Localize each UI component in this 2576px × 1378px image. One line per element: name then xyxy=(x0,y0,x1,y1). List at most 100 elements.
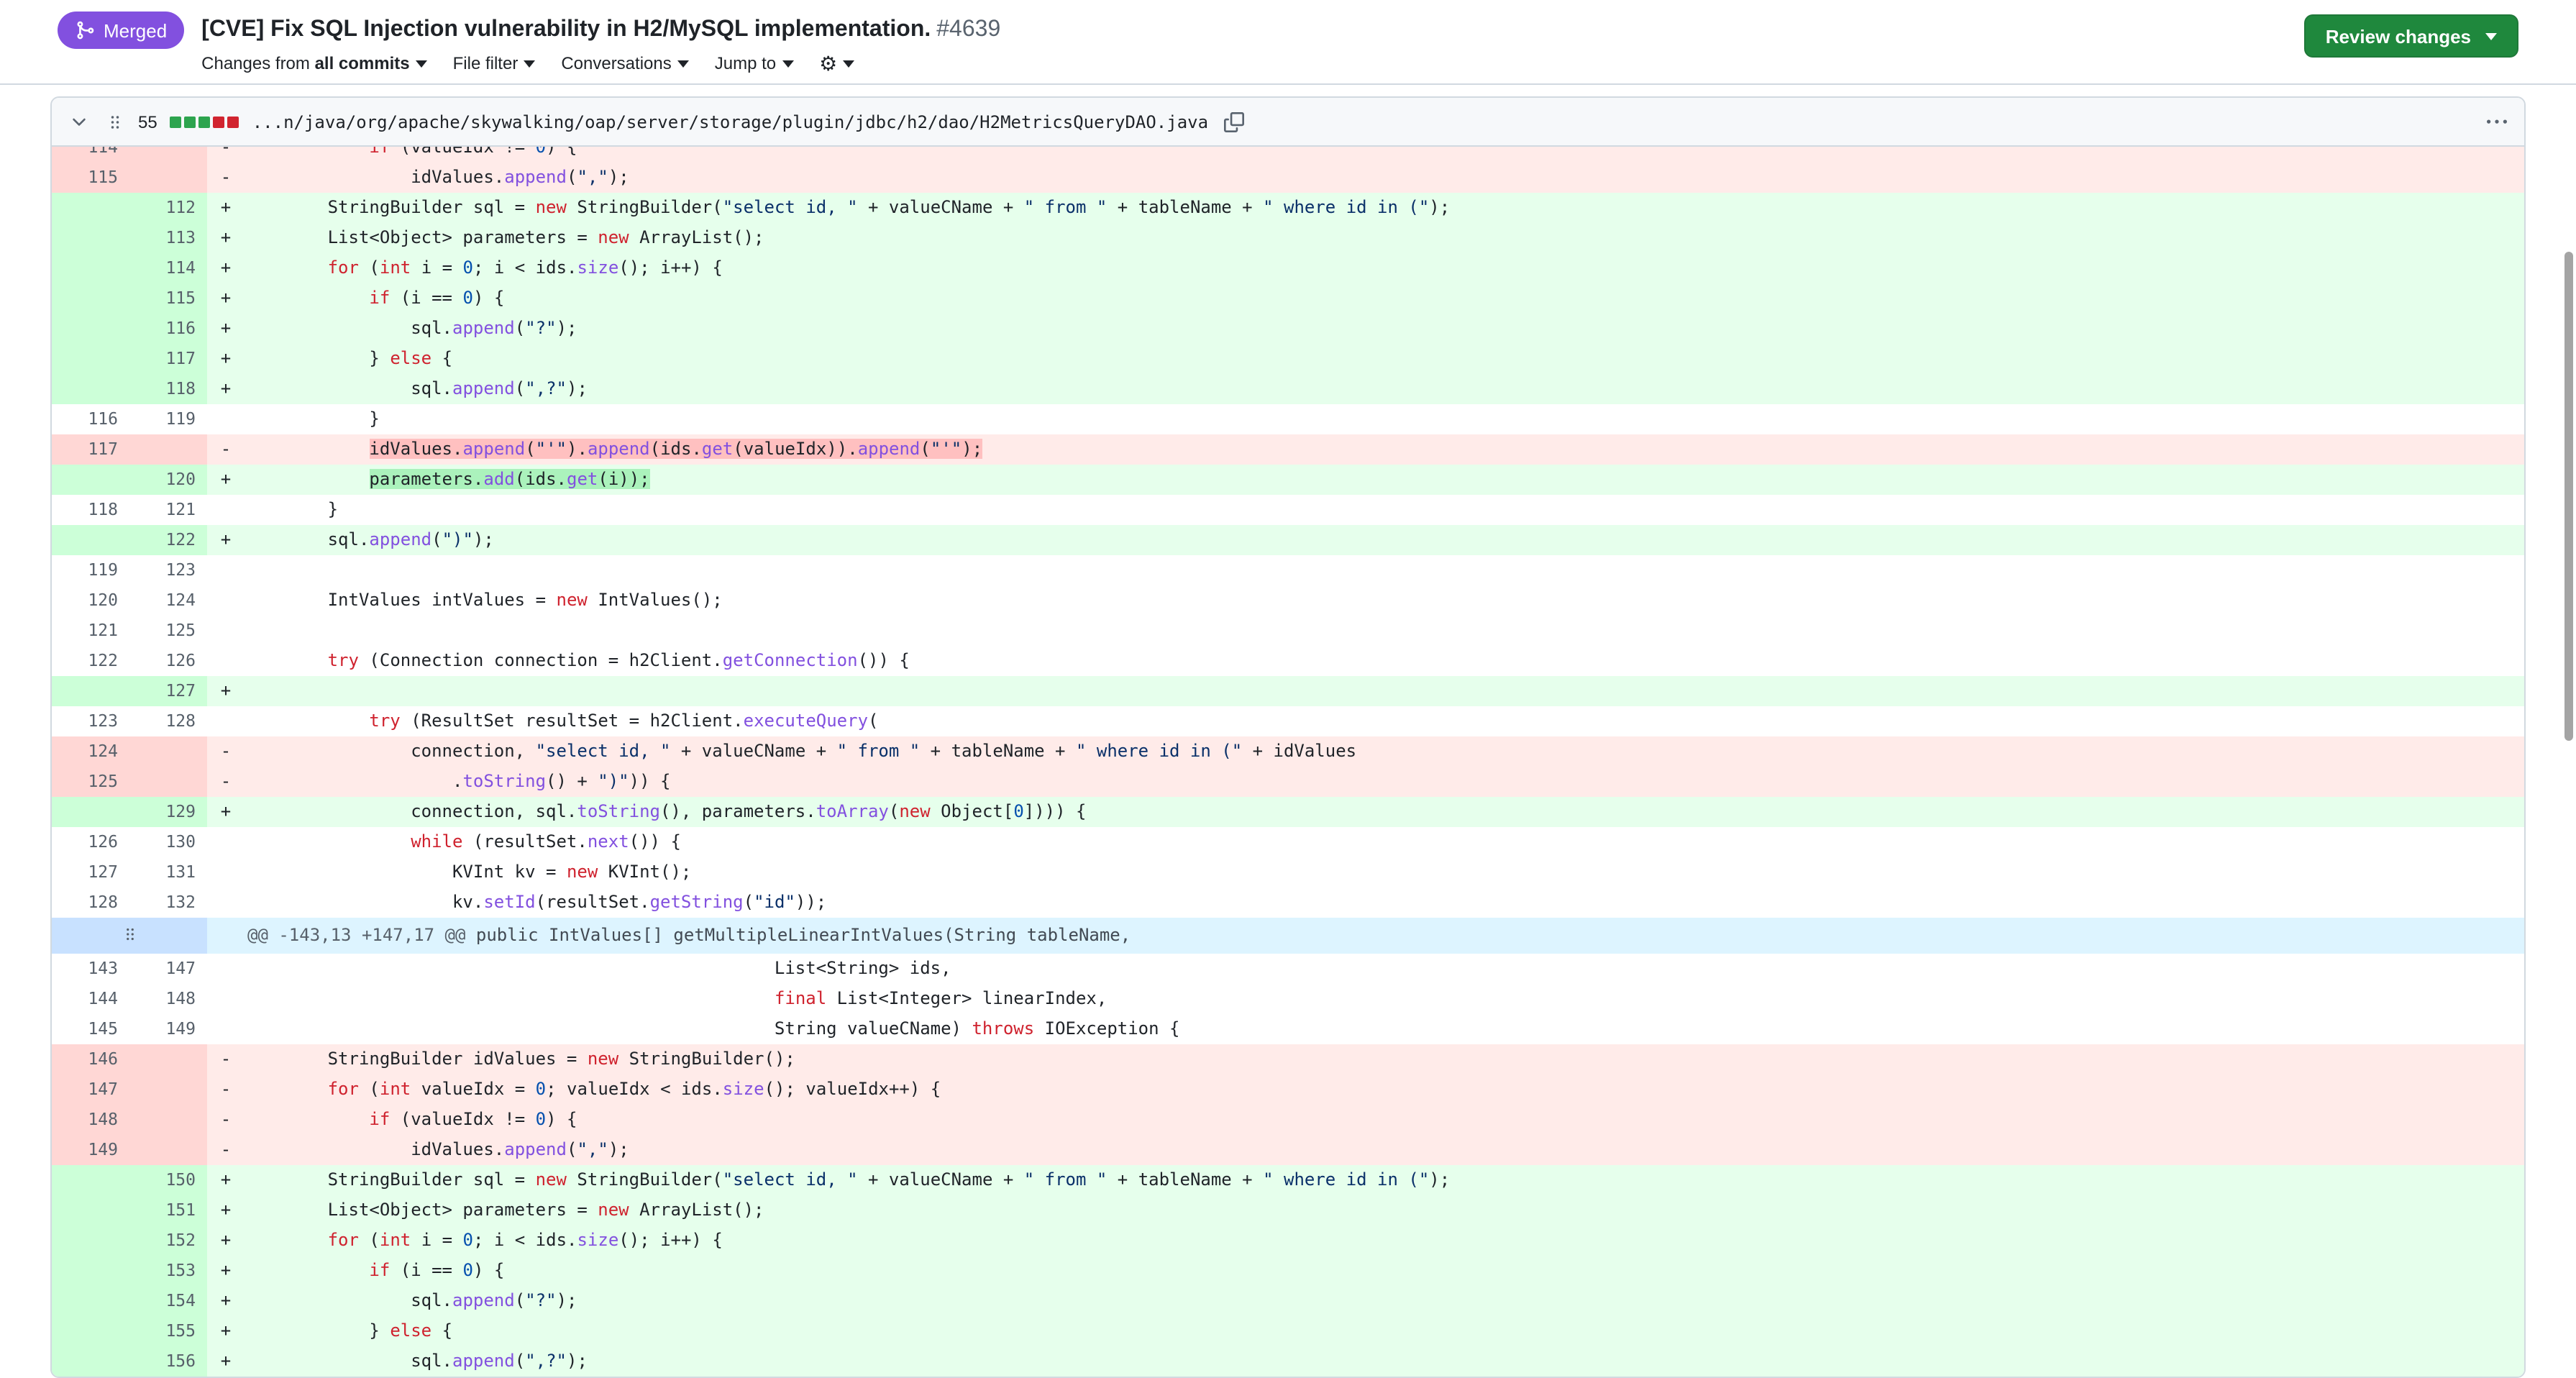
line-number-old[interactable]: 117 xyxy=(52,434,129,465)
line-number-old[interactable] xyxy=(52,1226,129,1256)
line-number-new[interactable]: 118 xyxy=(129,374,207,404)
line-number-new[interactable]: 122 xyxy=(129,525,207,555)
file-filter-dropdown[interactable]: File filter xyxy=(453,53,536,73)
line-number-new[interactable]: 155 xyxy=(129,1316,207,1346)
line-number-new[interactable]: 131 xyxy=(129,857,207,888)
line-number-old[interactable] xyxy=(52,465,129,495)
line-number-old[interactable]: 124 xyxy=(52,736,129,767)
line-number-new[interactable]: 117 xyxy=(129,344,207,374)
line-number-new[interactable] xyxy=(129,1074,207,1105)
line-number-old[interactable] xyxy=(52,525,129,555)
hunk-expand-handle[interactable] xyxy=(52,918,207,954)
line-number-old[interactable] xyxy=(52,344,129,374)
line-number-old[interactable]: 146 xyxy=(52,1044,129,1074)
line-number-new[interactable] xyxy=(129,147,207,163)
line-number-old[interactable] xyxy=(52,374,129,404)
line-number-new[interactable]: 147 xyxy=(129,954,207,984)
diff-row: 144148 final List<Integer> linearIndex, xyxy=(52,984,2524,1014)
copy-path-button[interactable] xyxy=(1221,109,1247,134)
line-number-old[interactable] xyxy=(52,193,129,223)
conversations-label: Conversations xyxy=(561,53,671,73)
diff-row: 146- StringBuilder idValues = new String… xyxy=(52,1044,2524,1074)
line-number-new[interactable]: 115 xyxy=(129,283,207,314)
diff-row: @@ -143,13 +147,17 @@ public IntValues[]… xyxy=(52,918,2524,954)
code-line: connection, "select id, " + valueCName +… xyxy=(245,736,2524,767)
line-number-new[interactable]: 124 xyxy=(129,585,207,616)
line-number-old[interactable]: 145 xyxy=(52,1014,129,1044)
line-number-old[interactable]: 128 xyxy=(52,888,129,918)
conversations-dropdown[interactable]: Conversations xyxy=(561,53,688,73)
line-number-new[interactable]: 114 xyxy=(129,253,207,283)
line-number-new[interactable]: 125 xyxy=(129,616,207,646)
line-number-new[interactable]: 150 xyxy=(129,1165,207,1195)
line-number-old[interactable]: 149 xyxy=(52,1135,129,1165)
line-number-new[interactable]: 129 xyxy=(129,797,207,827)
line-number-old[interactable]: 123 xyxy=(52,706,129,736)
vertical-scrollbar-thumb[interactable] xyxy=(2564,252,2573,741)
line-number-new[interactable]: 116 xyxy=(129,314,207,344)
line-number-new[interactable]: 152 xyxy=(129,1226,207,1256)
line-number-old[interactable]: 119 xyxy=(52,555,129,585)
line-number-new[interactable] xyxy=(129,163,207,193)
line-number-old[interactable]: 148 xyxy=(52,1105,129,1135)
diff-row: 149- idValues.append(","); xyxy=(52,1135,2524,1165)
line-number-old[interactable]: 126 xyxy=(52,827,129,857)
line-number-old[interactable]: 144 xyxy=(52,984,129,1014)
collapse-file-button[interactable] xyxy=(66,109,92,134)
line-number-new[interactable]: 128 xyxy=(129,706,207,736)
line-number-new[interactable]: 120 xyxy=(129,465,207,495)
line-number-old[interactable] xyxy=(52,314,129,344)
line-number-new[interactable] xyxy=(129,736,207,767)
line-number-old[interactable] xyxy=(52,1316,129,1346)
line-number-new[interactable]: 151 xyxy=(129,1195,207,1226)
line-number-old[interactable] xyxy=(52,676,129,706)
line-number-new[interactable] xyxy=(129,1044,207,1074)
line-number-old[interactable]: 116 xyxy=(52,404,129,434)
diff-row: 156+ sql.append(",?"); xyxy=(52,1346,2524,1377)
line-number-new[interactable]: 127 xyxy=(129,676,207,706)
line-number-old[interactable]: 120 xyxy=(52,585,129,616)
line-number-new[interactable] xyxy=(129,1105,207,1135)
line-number-old[interactable]: 125 xyxy=(52,767,129,797)
line-number-new[interactable]: 126 xyxy=(129,646,207,676)
line-number-old[interactable]: 121 xyxy=(52,616,129,646)
line-number-new[interactable] xyxy=(129,767,207,797)
line-number-new[interactable]: 123 xyxy=(129,555,207,585)
line-number-old[interactable] xyxy=(52,1195,129,1226)
line-number-new[interactable]: 119 xyxy=(129,404,207,434)
line-number-old[interactable]: 147 xyxy=(52,1074,129,1105)
line-number-old[interactable] xyxy=(52,283,129,314)
changes-from-dropdown[interactable]: Changes from all commits xyxy=(201,53,426,73)
file-options-button[interactable] xyxy=(2484,109,2510,134)
line-number-old[interactable]: 115 xyxy=(52,163,129,193)
line-number-new[interactable] xyxy=(129,434,207,465)
line-number-new[interactable] xyxy=(129,1135,207,1165)
line-number-new[interactable]: 130 xyxy=(129,827,207,857)
diff-settings-dropdown[interactable]: ⚙ xyxy=(819,53,854,73)
line-number-old[interactable] xyxy=(52,253,129,283)
review-changes-label: Review changes xyxy=(2326,25,2471,47)
line-number-old[interactable] xyxy=(52,1286,129,1316)
line-number-new[interactable]: 153 xyxy=(129,1256,207,1286)
line-number-old[interactable] xyxy=(52,1165,129,1195)
line-number-old[interactable]: 114 xyxy=(52,147,129,163)
line-number-new[interactable]: 156 xyxy=(129,1346,207,1377)
line-number-new[interactable]: 132 xyxy=(129,888,207,918)
drag-grip-icon[interactable] xyxy=(105,111,125,132)
line-number-new[interactable]: 112 xyxy=(129,193,207,223)
line-number-new[interactable]: 149 xyxy=(129,1014,207,1044)
line-number-old[interactable] xyxy=(52,1346,129,1377)
line-number-old[interactable]: 127 xyxy=(52,857,129,888)
line-number-old[interactable] xyxy=(52,797,129,827)
line-number-old[interactable]: 143 xyxy=(52,954,129,984)
line-number-new[interactable]: 154 xyxy=(129,1286,207,1316)
review-changes-button[interactable]: Review changes xyxy=(2304,14,2518,58)
line-number-old[interactable]: 122 xyxy=(52,646,129,676)
line-number-new[interactable]: 113 xyxy=(129,223,207,253)
line-number-old[interactable] xyxy=(52,1256,129,1286)
line-number-new[interactable]: 148 xyxy=(129,984,207,1014)
line-number-new[interactable]: 121 xyxy=(129,495,207,525)
line-number-old[interactable]: 118 xyxy=(52,495,129,525)
jump-to-dropdown[interactable]: Jump to xyxy=(715,53,793,73)
line-number-old[interactable] xyxy=(52,223,129,253)
